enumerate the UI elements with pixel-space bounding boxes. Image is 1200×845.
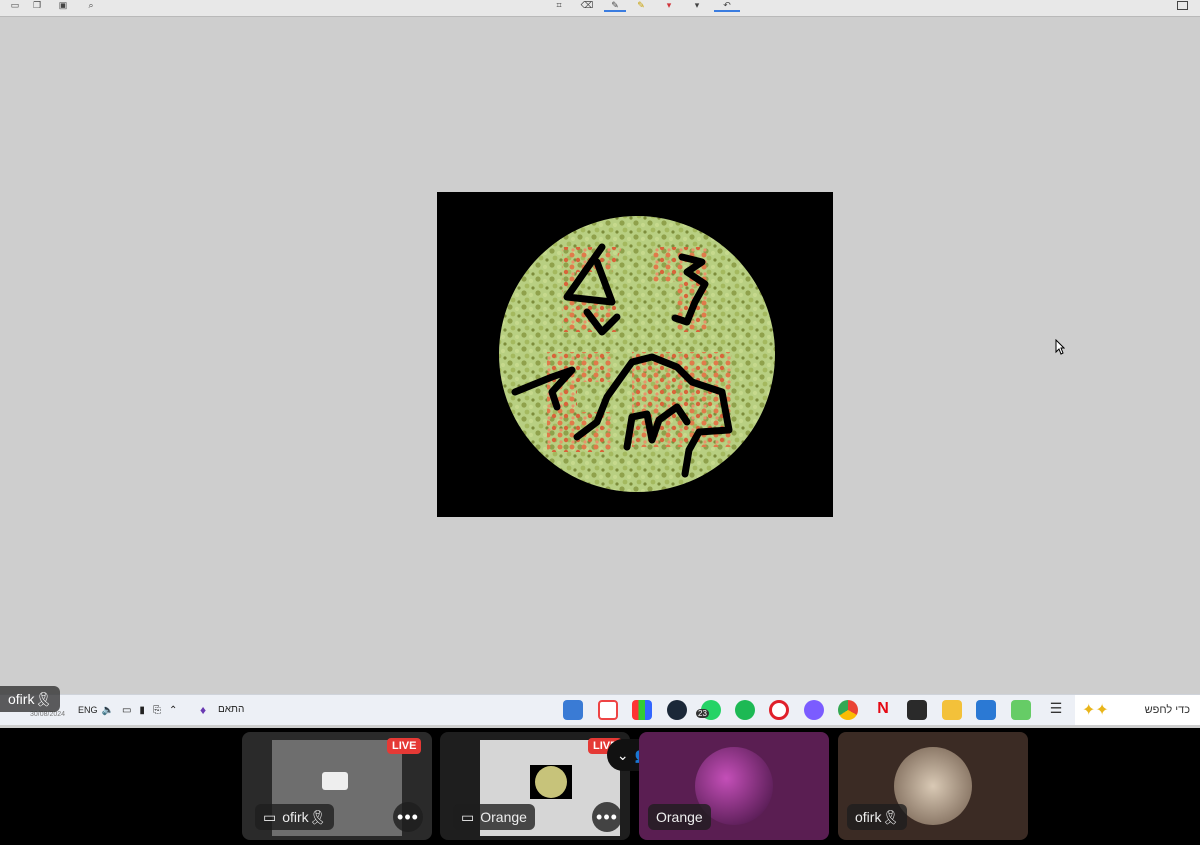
- maximize-icon[interactable]: [1177, 1, 1188, 10]
- usb-icon[interactable]: ⎘: [153, 705, 161, 716]
- pen-dark-icon[interactable]: ▾: [690, 0, 704, 10]
- participant-name-label: ofirk🎗: [847, 804, 908, 830]
- crop-icon[interactable]: ⌗: [552, 0, 566, 10]
- whatsapp-badge: 23: [696, 709, 709, 718]
- highlighter-icon[interactable]: ✎: [634, 0, 648, 10]
- chevron-down-icon: ⌄: [616, 746, 629, 763]
- plate-drawing: [499, 216, 775, 492]
- pen-icon[interactable]: ✎: [604, 0, 626, 12]
- save-icon[interactable]: ▣: [56, 0, 70, 10]
- search-placeholder: כדי לחפש: [1144, 704, 1190, 716]
- viewer-toolbar: ▭ ❐ ▣ ⌕ ⌗ ⌫ ✎ ✎ ▾ ▾ ↶: [0, 0, 1200, 17]
- minecraft-icon[interactable]: [1011, 700, 1031, 720]
- chrome-icon[interactable]: [838, 700, 858, 720]
- mouse-cursor-icon: [1055, 339, 1065, 355]
- copy-icon[interactable]: ❐: [30, 0, 44, 10]
- plate-thumbnail: [530, 765, 572, 799]
- eraser-icon[interactable]: ⌫: [580, 0, 594, 10]
- screen-share-icon: [322, 772, 348, 790]
- more-options-button[interactable]: •••: [393, 802, 423, 832]
- spotify-icon[interactable]: [735, 700, 755, 720]
- marker-icon[interactable]: ▾: [662, 0, 676, 10]
- system-tray: ENG 🔈 ▭ ▮ ⎘ ⌃: [78, 695, 181, 725]
- app-paint-icon[interactable]: [598, 700, 618, 720]
- network-icon[interactable]: ▭: [122, 705, 131, 716]
- chevron-up-icon[interactable]: ⌃: [169, 705, 177, 716]
- language-indicator[interactable]: ENG: [78, 705, 98, 715]
- participant-name-label: ▭ ofirk🎗: [255, 804, 335, 830]
- microphone-icon[interactable]: ▮: [139, 705, 145, 716]
- file-explorer-icon[interactable]: [942, 700, 962, 720]
- volume-icon[interactable]: 🔈: [102, 705, 114, 716]
- netflix-icon[interactable]: N: [873, 700, 893, 720]
- app-window-icon[interactable]: [563, 700, 583, 720]
- messenger-icon[interactable]: [804, 700, 824, 720]
- screen-share-small-icon: ▭: [263, 808, 277, 825]
- participant-name: ofirk🎗: [282, 808, 327, 825]
- live-badge: LIVE: [387, 738, 422, 754]
- more-options-button[interactable]: •••: [592, 802, 622, 832]
- microsoft-store-icon[interactable]: [976, 700, 996, 720]
- epic-games-icon[interactable]: [907, 700, 927, 720]
- app-store-icon[interactable]: [632, 700, 652, 720]
- weather-label[interactable]: התאם: [218, 704, 244, 715]
- ishihara-plate-image: [437, 192, 833, 517]
- zoom-icon[interactable]: ⌕: [84, 0, 98, 10]
- participant-name: Orange: [480, 809, 527, 825]
- undo-icon[interactable]: ↶: [714, 0, 740, 12]
- page-icon[interactable]: ▭: [8, 0, 22, 10]
- shared-screen: ▭ ❐ ▣ ⌕ ⌗ ⌫ ✎ ✎ ▾ ▾ ↶ ENG 🔈 ▭ ▮ ⎘ ⌃ ♦ הת…: [0, 0, 1200, 728]
- presenter-name-label: ofirk🎗: [0, 686, 61, 712]
- weather-icon[interactable]: ♦: [200, 703, 206, 717]
- opera-icon[interactable]: [769, 700, 789, 720]
- participant-name-label: Orange: [648, 804, 711, 830]
- participant-name-label: ▭ Orange: [453, 804, 535, 830]
- task-view-icon[interactable]: ☰: [1046, 700, 1066, 720]
- steam-icon[interactable]: [667, 700, 687, 720]
- screen-share-small-icon: ▭: [461, 808, 475, 825]
- windows-taskbar: ENG 🔈 ▭ ▮ ⎘ ⌃ ♦ התאם 23 N ☰ כדי לחפש: [0, 694, 1200, 725]
- tray-date: 30/08/2024: [30, 711, 66, 718]
- copilot-sparkle-icon[interactable]: ✦✦: [1082, 700, 1109, 720]
